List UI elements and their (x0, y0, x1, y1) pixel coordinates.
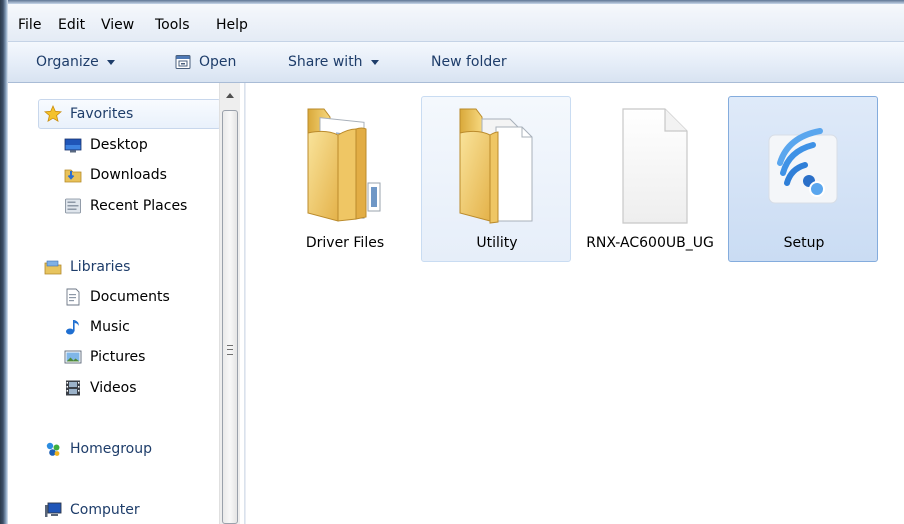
nav-homegroup-label: Homegroup (70, 441, 153, 457)
nav-libraries[interactable]: Libraries (44, 254, 130, 280)
homegroup-icon (46, 442, 60, 456)
documents-icon (66, 288, 80, 306)
window-frame-left (0, 0, 8, 524)
file-item-driver-files[interactable]: Driver Files (269, 96, 419, 262)
nav-videos[interactable]: Videos (64, 375, 137, 401)
share-with-label: Share with (288, 54, 363, 70)
recent-places-icon (65, 198, 81, 214)
menu-tools[interactable]: Tools (155, 16, 190, 34)
nav-downloads-label: Downloads (90, 167, 167, 183)
scroll-up-arrow-icon[interactable] (220, 87, 240, 103)
open-button[interactable]: Open (175, 53, 236, 71)
file-label: RNX-AC600UB_UG (586, 235, 714, 251)
file-pane: Driver Files Utility RNX-AC600UB_UG Setu… (246, 83, 904, 524)
organize-button[interactable]: Organize (36, 53, 115, 71)
menu-help[interactable]: Help (216, 16, 248, 34)
folder-icon (459, 108, 533, 224)
nav-recent-places-label: Recent Places (90, 198, 188, 214)
navigation-scrollbar[interactable] (219, 83, 240, 524)
document-icon (622, 108, 688, 224)
computer-icon (45, 502, 62, 517)
nav-desktop[interactable]: Desktop (64, 132, 148, 158)
nav-favorites[interactable]: Favorites (44, 101, 133, 127)
nav-downloads[interactable]: Downloads (64, 162, 167, 188)
menu-view[interactable]: View (101, 16, 134, 34)
downloads-folder-icon (64, 169, 82, 183)
nav-pictures[interactable]: Pictures (64, 344, 145, 370)
new-folder-button[interactable]: New folder (431, 53, 507, 71)
file-item-setup[interactable]: Setup (728, 96, 878, 262)
nav-favorites-label: Favorites (70, 106, 134, 122)
open-window-icon (175, 55, 191, 69)
organize-label: Organize (36, 54, 99, 70)
desktop-icon (64, 138, 82, 153)
share-with-button[interactable]: Share with (288, 53, 379, 71)
nav-homegroup[interactable]: Homegroup (44, 436, 152, 462)
nav-documents-label: Documents (90, 289, 170, 305)
explorer-window: File Edit View Tools Help Organize Open … (0, 0, 904, 524)
nav-libraries-label: Libraries (70, 259, 131, 275)
scroll-thumb[interactable] (222, 110, 238, 524)
menu-file[interactable]: File (18, 16, 41, 34)
nav-music-label: Music (90, 319, 130, 335)
nav-documents[interactable]: Documents (64, 284, 170, 310)
nav-computer-label: Computer (70, 502, 140, 518)
chevron-down-icon (106, 59, 115, 65)
file-label: Setup (783, 235, 825, 251)
navigation-pane: Favorites Desktop Downloads Recent Place… (8, 83, 244, 524)
menu-edit[interactable]: Edit (58, 16, 85, 34)
nav-videos-label: Videos (90, 380, 137, 396)
pictures-icon (64, 350, 82, 364)
folder-icon (307, 108, 381, 222)
command-bar: Organize Open Share with New folder (8, 42, 904, 83)
file-label: Driver Files (305, 235, 385, 251)
scroll-grip-icon (227, 345, 233, 355)
star-icon (44, 105, 62, 123)
nav-desktop-label: Desktop (90, 137, 148, 153)
menu-bar: File Edit View Tools Help (8, 4, 904, 42)
libraries-icon (44, 260, 62, 275)
nav-music[interactable]: Music (64, 314, 130, 340)
open-label: Open (199, 54, 237, 70)
nav-pictures-label: Pictures (90, 349, 146, 365)
wifi-setup-icon (768, 128, 838, 204)
film-icon (66, 380, 80, 396)
file-item-utility[interactable]: Utility (421, 96, 571, 262)
music-note-icon (66, 320, 79, 335)
file-item-rnx-ac600ub-ug[interactable]: RNX-AC600UB_UG (574, 96, 724, 262)
chevron-down-icon (370, 59, 379, 65)
file-label: Utility (476, 235, 518, 251)
nav-computer[interactable]: Computer (44, 497, 140, 523)
nav-recent-places[interactable]: Recent Places (64, 193, 187, 219)
